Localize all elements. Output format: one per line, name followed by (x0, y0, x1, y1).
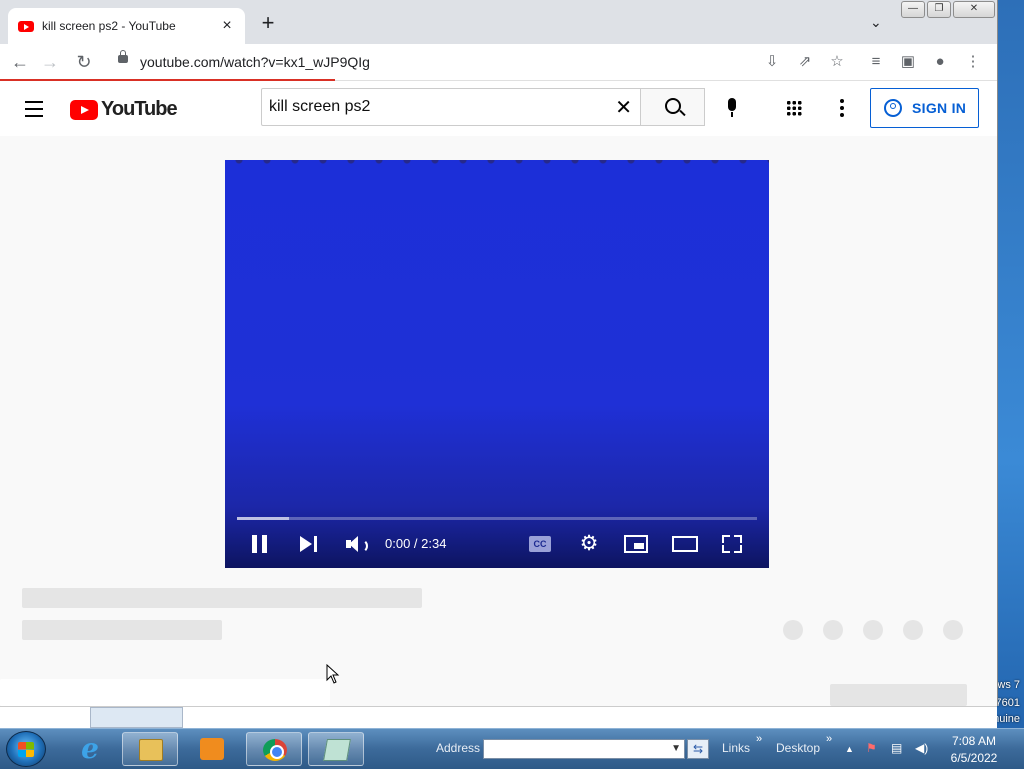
search-button[interactable] (641, 88, 705, 126)
windows-logo-icon (18, 742, 34, 757)
browser-window: kill screen ps2 - YouTube × + ⌄ — ❐ ✕ ← … (0, 0, 998, 706)
taskbar-media-player[interactable] (184, 732, 240, 766)
action-placeholder (783, 620, 803, 640)
browser-toolbar: ← → ↻ youtube.com/watch?v=kx1_wJP9QIg ⇩ … (0, 44, 997, 81)
progress-played (237, 517, 289, 520)
captions-button[interactable]: CC (529, 536, 551, 552)
desktop-chevron-icon[interactable]: » (826, 733, 832, 745)
youtube-favicon-icon (18, 20, 34, 32)
sign-in-button[interactable]: SIGN IN (870, 88, 979, 128)
reload-icon[interactable]: ↻ (72, 50, 96, 74)
action-center-warning-icon[interactable]: ⚑ (866, 741, 877, 755)
show-hidden-icons-icon[interactable]: ▲ (845, 744, 854, 754)
microphone-icon[interactable] (728, 98, 736, 117)
volume-tray-icon[interactable]: ◀) (915, 741, 928, 755)
tab-strip: kill screen ps2 - YouTube × + ⌄ — ❐ ✕ (0, 0, 997, 44)
search-query[interactable]: kill screen ps2 (269, 98, 370, 116)
media-player-icon (200, 738, 224, 760)
time-display: 0:00 / 2:34 (385, 536, 447, 551)
taskbar-notes[interactable] (308, 732, 364, 766)
watermark-line1: ws 7 (997, 679, 1020, 691)
links-toolbar[interactable]: Links (722, 741, 750, 755)
lock-icon[interactable] (118, 50, 128, 63)
go-button[interactable]: ⇆ (687, 739, 709, 759)
url-text[interactable]: youtube.com/watch?v=kx1_wJP9QIg (140, 54, 370, 70)
volume-button[interactable] (346, 536, 368, 553)
notepad-icon (323, 739, 351, 761)
theater-mode-button[interactable] (672, 536, 698, 552)
action-placeholder (823, 620, 843, 640)
title-placeholder (22, 588, 422, 608)
sign-in-label: SIGN IN (912, 100, 967, 116)
more-options-icon[interactable] (840, 99, 844, 120)
tab-youtube[interactable]: kill screen ps2 - YouTube × (8, 8, 245, 44)
address-toolbar-input[interactable]: ▼ (483, 739, 685, 759)
back-icon[interactable]: ← (8, 50, 32, 74)
window-controls: — ❐ ✕ (901, 1, 995, 18)
taskbar-internet-explorer[interactable]: e (62, 732, 118, 766)
action-placeholder (943, 620, 963, 640)
search-input[interactable]: kill screen ps2 ✕ (261, 88, 641, 126)
tab-search-icon[interactable]: ⌄ (870, 14, 882, 31)
new-tab-button[interactable]: + (258, 12, 278, 34)
chrome-icon (263, 739, 287, 761)
profile-icon[interactable]: ● (930, 52, 950, 72)
progress-bar[interactable] (237, 517, 757, 520)
taskbar-explorer[interactable] (122, 732, 178, 766)
action-placeholder (903, 620, 923, 640)
ie-tab-strip (0, 706, 997, 729)
network-icon[interactable]: ▤ (891, 741, 902, 755)
miniplayer-button[interactable] (624, 535, 648, 553)
settings-gear-icon[interactable]: ⚙ (579, 533, 599, 554)
channel-placeholder (0, 679, 330, 706)
clock-time: 7:08 AM (951, 734, 997, 748)
desktop-toolbar[interactable]: Desktop (776, 741, 820, 755)
links-chevron-icon[interactable]: » (756, 733, 762, 745)
media-icon[interactable]: ≡ (866, 52, 886, 72)
address-bar[interactable]: youtube.com/watch?v=kx1_wJP9QIg (106, 47, 756, 77)
close-window-button[interactable]: ✕ (953, 1, 995, 18)
start-button[interactable] (6, 731, 46, 767)
address-toolbar-label: Address (436, 741, 481, 755)
hamburger-menu-icon[interactable] (25, 101, 43, 122)
tab-close-icon[interactable]: × (219, 17, 235, 35)
taskbar: e Address ▼ ⇆ Links » Desktop » ▲ ⚑ ▤ ◀)… (0, 728, 1024, 769)
clear-search-icon[interactable]: ✕ (615, 95, 632, 120)
youtube-wordmark: YouTube (101, 98, 178, 120)
youtube-header: YouTube kill screen ps2 ✕ SIGN IN (0, 81, 997, 136)
clock-date: 6/5/2022 (950, 751, 998, 765)
search-icon (665, 98, 681, 114)
action-placeholder (863, 620, 883, 640)
meta-placeholder (22, 620, 222, 640)
share-icon[interactable]: ⇗ (795, 52, 815, 72)
video-player[interactable]: 0:00 / 2:34 CC ⚙ (225, 160, 769, 568)
watermark-line2: 7601 (995, 697, 1020, 709)
watch-page: 0:00 / 2:34 CC ⚙ (0, 136, 997, 706)
menu-icon[interactable]: ⋮ (963, 52, 983, 72)
forward-icon[interactable]: → (38, 50, 62, 74)
system-clock[interactable]: 7:08 AM 6/5/2022 (948, 733, 1000, 767)
apps-grid-icon[interactable] (786, 100, 802, 116)
internet-explorer-icon: e (81, 732, 99, 765)
youtube-logo[interactable]: YouTube (70, 98, 178, 121)
fullscreen-button[interactable] (722, 535, 742, 553)
folder-icon (139, 739, 163, 761)
maximize-button[interactable]: ❐ (927, 1, 951, 18)
subscribe-placeholder (830, 684, 967, 706)
minimize-button[interactable]: — (901, 1, 925, 18)
install-icon[interactable]: ⇩ (762, 52, 782, 72)
pause-button[interactable] (252, 535, 270, 553)
next-button[interactable] (300, 536, 320, 552)
star-icon[interactable]: ☆ (827, 52, 847, 72)
dropdown-arrow-icon[interactable]: ▼ (671, 743, 681, 754)
taskbar-chrome[interactable] (246, 732, 302, 766)
youtube-play-icon (70, 99, 98, 120)
sidepanel-icon[interactable]: ▣ (898, 52, 918, 72)
ie-tab[interactable] (90, 707, 183, 728)
user-icon (884, 99, 902, 117)
tab-title: kill screen ps2 - YouTube (42, 19, 176, 33)
player-top-edge (225, 160, 769, 164)
